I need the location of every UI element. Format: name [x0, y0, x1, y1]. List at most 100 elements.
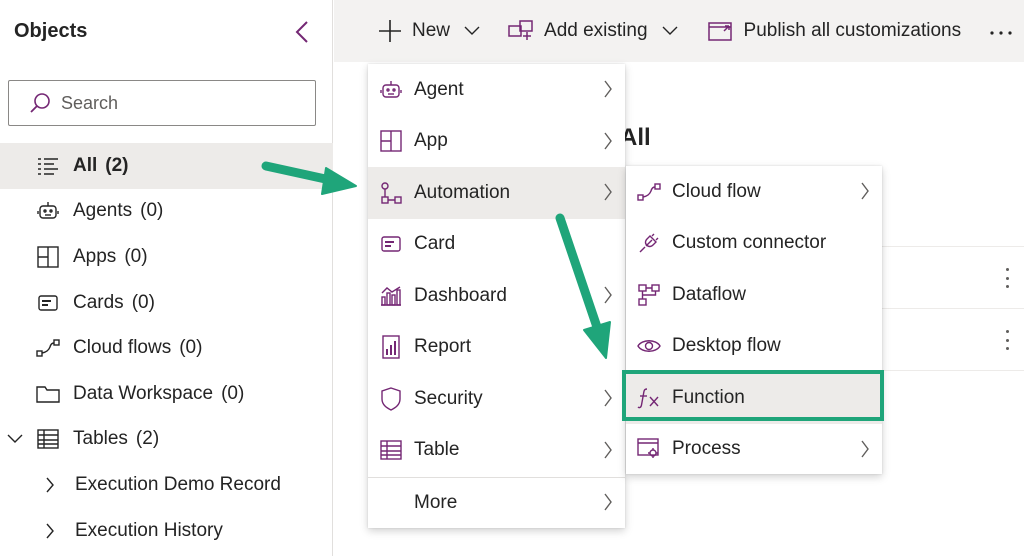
nav-item-data-workspace[interactable]: Data Workspace (0) — [0, 371, 333, 417]
table-icon — [378, 437, 404, 463]
nav-label: Apps — [73, 245, 117, 267]
nav-count: (0) — [131, 291, 155, 313]
function-highlight-box — [622, 370, 884, 421]
chevron-right-icon[interactable] — [38, 473, 62, 497]
nav-label: Execution Demo Record — [75, 473, 281, 495]
menu-label: Cloud flow — [672, 180, 761, 202]
table-row-divider — [870, 246, 1024, 247]
menu-item-card[interactable]: Card — [368, 219, 625, 271]
menu-label: More — [414, 491, 458, 513]
chevron-right-icon — [603, 80, 613, 98]
nav-item-cards[interactable]: Cards (0) — [0, 280, 333, 326]
chevron-down-icon — [464, 26, 480, 36]
more-horizontal-icon — [989, 20, 1013, 42]
connector-icon — [636, 230, 662, 256]
nav-count: (0) — [179, 337, 203, 359]
nav-label: All — [73, 154, 98, 176]
chevron-right-icon — [603, 493, 613, 511]
nav-count: (2) — [105, 154, 129, 176]
add-existing-label: Add existing — [544, 20, 648, 41]
menu-item-desktop-flow[interactable]: Desktop flow — [626, 321, 882, 373]
folder-icon — [36, 382, 60, 406]
menu-item-app[interactable]: App — [368, 116, 625, 168]
card-icon — [36, 291, 60, 315]
row-more-icon[interactable] — [1000, 265, 1014, 291]
nav-item-apps[interactable]: Apps (0) — [0, 234, 333, 280]
chevron-right-icon[interactable] — [38, 519, 62, 543]
nav-label: Tables — [73, 428, 128, 450]
menu-label: Table — [414, 439, 460, 461]
new-menu: Agent App Automation Card Dashboard Repo… — [368, 64, 625, 528]
menu-item-report[interactable]: Report — [368, 322, 625, 374]
new-button[interactable]: New — [378, 0, 480, 62]
menu-item-custom-connector[interactable]: Custom connector — [626, 218, 882, 270]
search-placeholder: Search — [61, 92, 119, 113]
list-icon — [36, 154, 60, 178]
search-input[interactable]: Search — [8, 80, 316, 126]
command-bar: New Add existing Publish all customizati… — [334, 0, 1024, 62]
card-icon — [378, 231, 404, 257]
chevron-right-icon — [860, 440, 870, 458]
nav-item-tables[interactable]: Tables (2) — [0, 417, 333, 463]
collapse-panel-button[interactable] — [290, 18, 314, 46]
plus-icon — [378, 19, 402, 43]
publish-all-button[interactable]: Publish all customizations — [707, 0, 962, 62]
eye-icon — [636, 333, 662, 359]
nav-item-agents[interactable]: Agents (0) — [0, 189, 333, 235]
search-icon — [30, 93, 50, 113]
chevron-right-icon — [603, 441, 613, 459]
dashboard-icon — [378, 283, 404, 309]
add-existing-button[interactable]: Add existing — [508, 0, 678, 62]
objects-panel: Objects Search All (2) Agents (0) Apps ( — [0, 0, 333, 556]
flow-icon — [636, 179, 662, 205]
publish-label: Publish all customizations — [743, 20, 962, 41]
menu-label: Report — [414, 336, 472, 358]
menu-label: Card — [414, 233, 456, 255]
chevron-left-icon — [295, 21, 308, 43]
menu-label: App — [414, 130, 448, 152]
table-icon — [36, 427, 60, 451]
menu-item-dashboard[interactable]: Dashboard — [368, 270, 625, 322]
menu-item-dataflow[interactable]: Dataflow — [626, 269, 882, 321]
bot-icon — [36, 199, 60, 223]
add-existing-icon — [508, 20, 534, 42]
row-more-icon[interactable] — [1000, 327, 1014, 353]
menu-item-agent[interactable]: Agent — [368, 64, 625, 116]
menu-item-more[interactable]: More — [368, 477, 625, 529]
nav-label: Cards — [73, 291, 124, 313]
nav-count: (0) — [124, 245, 148, 267]
nav-item-all[interactable]: All (2) — [0, 143, 333, 189]
automation-icon — [378, 180, 404, 206]
menu-item-process[interactable]: Process — [626, 424, 882, 476]
nav-item-execution-history[interactable]: Execution History — [0, 508, 333, 554]
nav-item-cloud-flows[interactable]: Cloud flows (0) — [0, 325, 333, 371]
object-nav: All (2) Agents (0) Apps (0) Cards (0) Cl… — [0, 143, 333, 553]
nav-count: (0) — [221, 382, 245, 404]
flow-icon — [36, 336, 60, 360]
menu-label: Automation — [414, 181, 511, 203]
bot-icon — [378, 77, 404, 103]
menu-label: Dashboard — [414, 284, 507, 306]
chevron-down-icon[interactable] — [4, 434, 26, 444]
nav-item-execution-demo-record[interactable]: Execution Demo Record — [0, 462, 333, 508]
table-row-divider — [870, 308, 1024, 309]
nav-count: (0) — [140, 200, 164, 222]
nav-count: (2) — [135, 428, 160, 450]
chevron-right-icon — [860, 182, 870, 200]
nav-label: Agents — [73, 200, 133, 222]
nav-label: Data Workspace — [73, 382, 214, 404]
menu-label: Custom connector — [672, 232, 827, 254]
apps-grid-icon — [378, 128, 404, 154]
menu-label: Dataflow — [672, 283, 746, 305]
nav-label: Execution History — [75, 519, 223, 541]
chevron-right-icon — [603, 286, 613, 304]
menu-item-table[interactable]: Table — [368, 425, 625, 477]
panel-title: Objects — [14, 20, 88, 42]
menu-item-security[interactable]: Security — [368, 373, 625, 425]
report-icon — [378, 334, 404, 360]
dataflow-icon — [636, 282, 662, 308]
process-settings-icon — [636, 436, 662, 462]
menu-item-automation[interactable]: Automation — [368, 167, 625, 219]
menu-item-cloud-flow[interactable]: Cloud flow — [626, 166, 882, 218]
more-commands-button[interactable] — [989, 0, 1013, 62]
